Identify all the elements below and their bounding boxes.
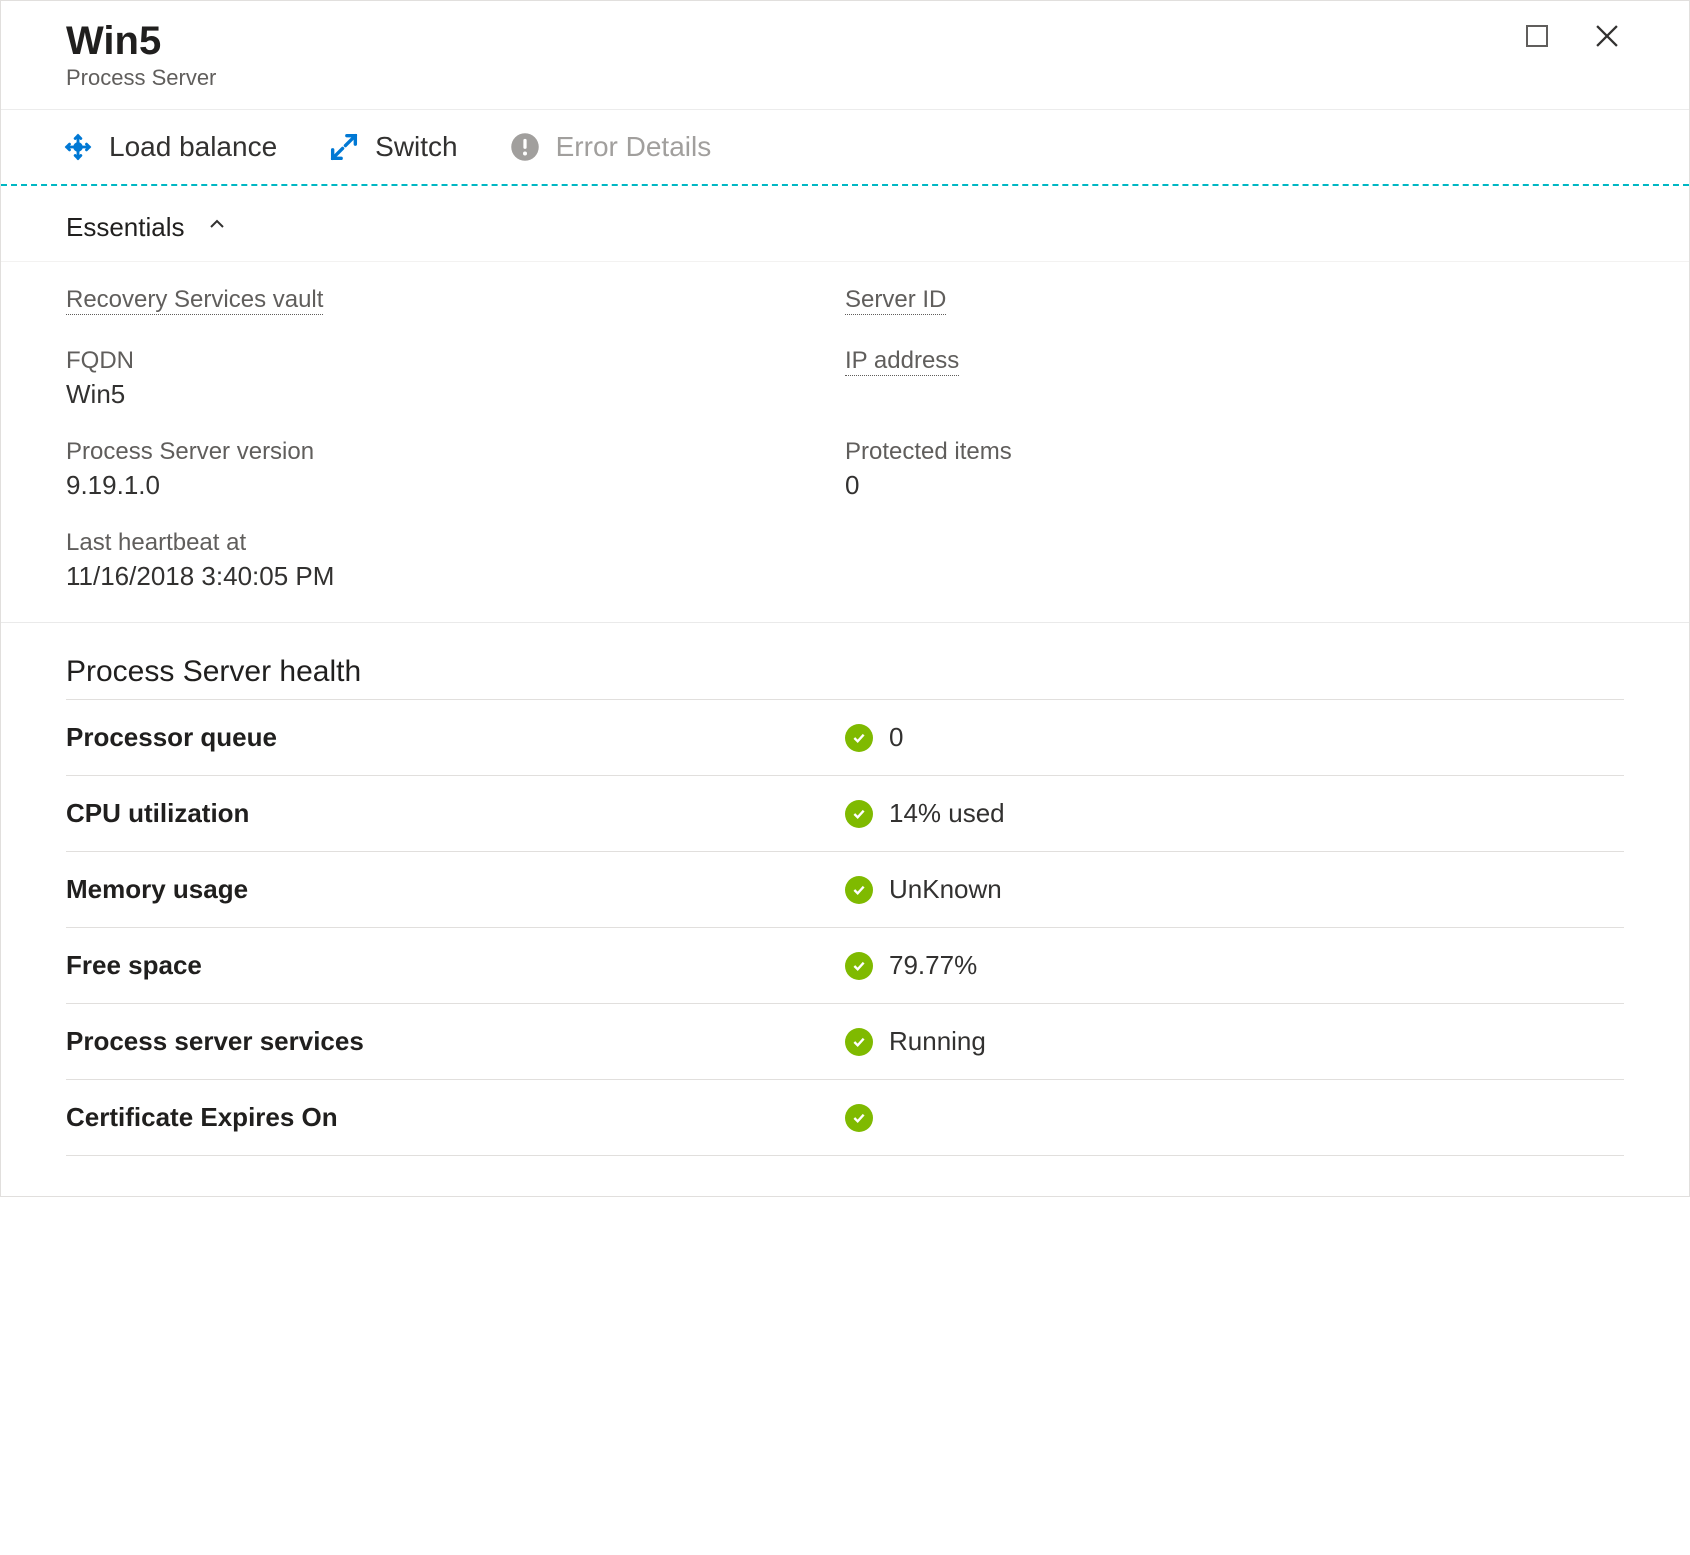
ip-address-label: IP address (845, 347, 959, 376)
switch-icon (327, 130, 361, 164)
health-row-label: Process server services (66, 1026, 845, 1057)
health-row-label: Memory usage (66, 874, 845, 905)
health-row-value: 0 (889, 722, 903, 753)
error-details-button: Error Details (508, 130, 712, 164)
health-row: Processor queue 0 (66, 699, 1624, 775)
essentials-toggle[interactable]: Essentials (1, 186, 1689, 262)
health-row-value: 79.77% (889, 950, 977, 981)
command-bar: Load balance Switch Error D (1, 110, 1689, 186)
fqdn-label: FQDN (66, 347, 134, 375)
health-row-value: Running (889, 1026, 986, 1057)
health-row-label: Processor queue (66, 722, 845, 753)
health-row: Certificate Expires On (66, 1079, 1624, 1156)
switch-label: Switch (375, 131, 457, 163)
health-row-label: Free space (66, 950, 845, 981)
health-row-label: Certificate Expires On (66, 1102, 845, 1133)
status-ok-icon (845, 876, 873, 904)
error-details-label: Error Details (556, 131, 712, 163)
switch-button[interactable]: Switch (327, 130, 457, 164)
process-server-blade: Win5 Process Server (0, 0, 1690, 1197)
chevron-up-icon (205, 212, 229, 243)
protected-items-value: 0 (845, 470, 1624, 501)
last-heartbeat-label: Last heartbeat at (66, 529, 246, 557)
ps-version-value: 9.19.1.0 (66, 470, 845, 501)
blade-header: Win5 Process Server (1, 1, 1689, 110)
health-row: Free space 79.77% (66, 927, 1624, 1003)
status-ok-icon (845, 800, 873, 828)
health-row: Memory usage UnKnown (66, 851, 1624, 927)
last-heartbeat-value: 11/16/2018 3:40:05 PM (66, 561, 845, 592)
health-row-label: CPU utilization (66, 798, 845, 829)
essentials-label: Essentials (66, 212, 185, 243)
fqdn-value: Win5 (66, 379, 845, 410)
health-title: Process Server health (66, 655, 1624, 689)
status-ok-icon (845, 952, 873, 980)
status-ok-icon (845, 1028, 873, 1056)
page-subtitle: Process Server (66, 65, 1522, 91)
essentials-grid: Recovery Services vault Server ID FQDN W… (1, 262, 1689, 623)
load-balance-button[interactable]: Load balance (61, 130, 277, 164)
server-id-label: Server ID (845, 286, 946, 315)
health-row: Process server services Running (66, 1003, 1624, 1079)
protected-items-label: Protected items (845, 438, 1012, 466)
error-details-icon (508, 130, 542, 164)
restore-icon[interactable] (1522, 21, 1552, 51)
status-ok-icon (845, 724, 873, 752)
recovery-vault-label: Recovery Services vault (66, 286, 323, 315)
close-icon[interactable] (1590, 19, 1624, 53)
health-row-value: 14% used (889, 798, 1005, 829)
health-row-value: UnKnown (889, 874, 1002, 905)
health-section: Process Server health Processor queue 0 … (1, 623, 1689, 1196)
ps-version-label: Process Server version (66, 438, 314, 466)
health-row: CPU utilization 14% used (66, 775, 1624, 851)
page-title: Win5 (66, 19, 1522, 63)
load-balance-icon (61, 130, 95, 164)
status-ok-icon (845, 1104, 873, 1132)
load-balance-label: Load balance (109, 131, 277, 163)
